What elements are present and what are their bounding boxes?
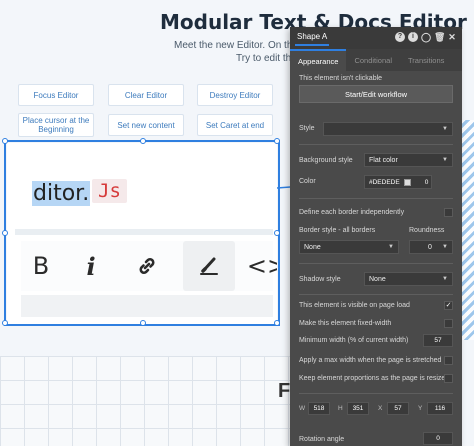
property-editor-panel: Shape A ? i ◯ 🗑 ✕ Appearance Conditional… [290, 27, 462, 446]
chevron-down-icon: ▼ [442, 126, 448, 132]
selection-outline [2, 138, 280, 326]
visible-on-load-label: This element is visible on page load [299, 302, 410, 309]
background-style-value: Flat color [369, 156, 398, 164]
chevron-down-icon: ▼ [442, 244, 448, 250]
define-borders-checkbox[interactable] [444, 208, 453, 217]
fixed-width-checkbox[interactable] [444, 319, 453, 328]
define-borders-label: Define each border independently [299, 209, 405, 216]
resize-handle[interactable] [2, 230, 8, 236]
set-caret-button[interactable]: Set Caret at end [197, 114, 273, 136]
style-label: Style [299, 125, 315, 132]
fixed-width-label: Make this element fixed-width [299, 320, 392, 327]
rotation-input[interactable]: 0 [423, 432, 453, 445]
info-icon[interactable]: i [408, 32, 418, 42]
resize-handle[interactable] [274, 230, 280, 236]
comment-icon[interactable]: ◯ [421, 32, 431, 42]
element-name[interactable]: Shape A [295, 30, 330, 46]
start-edit-workflow-button[interactable]: Start/Edit workflow [299, 85, 453, 103]
rotation-label: Rotation angle [299, 436, 345, 443]
background-grid [0, 356, 290, 446]
y-label: Y [418, 405, 423, 412]
color-label: Color [299, 178, 316, 185]
shadow-style-dropdown[interactable]: None ▼ [364, 272, 453, 286]
resize-handle[interactable] [140, 320, 146, 326]
page-subtitle-continued: Try to edit the [236, 53, 297, 64]
color-input[interactable]: #DEDEDE 0 [364, 175, 432, 189]
x-label: X [378, 405, 383, 412]
keep-proportions-label: Keep element proportions as the page is … [299, 375, 450, 382]
page-subtitle: Meet the new Editor. On this [174, 40, 300, 51]
not-clickable-note: This element isn't clickable [299, 75, 383, 82]
color-opacity: 0 [424, 178, 429, 186]
style-dropdown[interactable]: ▼ [323, 122, 453, 136]
color-swatch[interactable] [403, 178, 411, 186]
section-heading: F [278, 380, 291, 402]
tab-transitions[interactable]: Transitions [400, 49, 452, 71]
border-style-label: Border style - all borders [299, 227, 376, 234]
roundness-input[interactable]: 0 ▼ [409, 240, 453, 254]
close-icon[interactable]: ✕ [447, 32, 457, 42]
destroy-editor-button[interactable]: Destroy Editor [197, 84, 273, 106]
chevron-down-icon: ▼ [442, 276, 448, 282]
roundness-label: Roundness [409, 227, 445, 234]
place-cursor-button[interactable]: Place cursor at the Beginning [18, 113, 94, 137]
width-label: W [299, 405, 306, 412]
resize-handle[interactable] [2, 138, 8, 144]
color-hex: #DEDEDE [369, 178, 400, 186]
clear-editor-button[interactable]: Clear Editor [108, 84, 184, 106]
resize-handle[interactable] [274, 320, 280, 326]
y-input[interactable]: 116 [427, 402, 453, 415]
visible-on-load-checkbox[interactable]: ✓ [444, 301, 453, 310]
tab-conditional[interactable]: Conditional [346, 49, 400, 71]
chevron-down-icon: ▼ [442, 157, 448, 163]
panel-header: Shape A ? i ◯ 🗑 ✕ [290, 27, 462, 49]
height-label: H [338, 405, 343, 412]
background-style-label: Background style [299, 157, 353, 164]
roundness-value: 0 [428, 243, 432, 251]
divider [299, 393, 453, 394]
divider [299, 198, 453, 199]
min-width-input[interactable]: 57 [423, 334, 453, 347]
resize-handle[interactable] [274, 138, 280, 144]
shadow-style-label: Shadow style [299, 276, 341, 283]
keep-proportions-checkbox[interactable] [444, 374, 453, 383]
max-width-checkbox[interactable] [444, 356, 453, 365]
focus-editor-button[interactable]: Focus Editor [18, 84, 94, 106]
min-width-label: Minimum width (% of current width) [299, 337, 409, 344]
chevron-down-icon: ▼ [388, 244, 394, 250]
width-input[interactable]: 518 [308, 402, 330, 415]
divider [299, 144, 453, 145]
background-style-dropdown[interactable]: Flat color ▼ [364, 153, 453, 167]
resize-handle[interactable] [2, 320, 8, 326]
shadow-style-value: None [369, 275, 386, 283]
divider [299, 294, 453, 295]
max-width-label: Apply a max width when the page is stret… [299, 357, 442, 364]
border-style-value: None [304, 243, 321, 251]
x-input[interactable]: 57 [387, 402, 409, 415]
set-content-button[interactable]: Set new content [108, 114, 184, 136]
delete-icon[interactable]: 🗑 [434, 32, 445, 42]
help-icon[interactable]: ? [395, 32, 405, 42]
resize-handle[interactable] [140, 138, 146, 144]
panel-tabs: Appearance Conditional Transitions [290, 49, 462, 71]
height-input[interactable]: 351 [347, 402, 369, 415]
border-style-dropdown[interactable]: None ▼ [299, 240, 399, 254]
divider [299, 263, 453, 264]
tab-appearance[interactable]: Appearance [290, 49, 347, 71]
